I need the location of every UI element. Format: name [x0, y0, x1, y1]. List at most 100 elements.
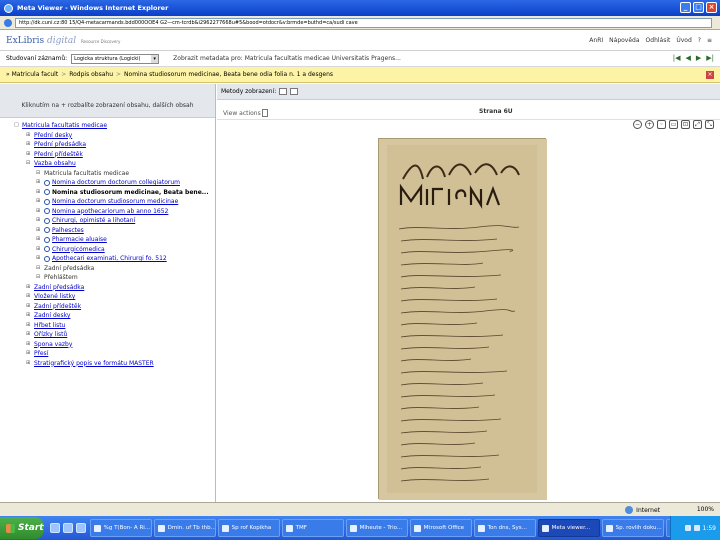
tree-item-label[interactable]: Chirurgi, opimisté a lihotaní	[52, 216, 135, 226]
tree-item[interactable]: ⊞ Pharmacie aluaise	[14, 235, 215, 245]
close-icon[interactable]: ×	[706, 71, 714, 79]
taskbar-button[interactable]: Mtrosoft Office	[409, 519, 472, 537]
tree-item-label[interactable]: Přední přídeštěk	[34, 150, 83, 160]
menu-icon[interactable]: ≡	[707, 37, 712, 44]
tree-item[interactable]: ⊟ Vazba obsahu	[14, 159, 215, 169]
info-icon[interactable]	[44, 236, 50, 243]
tree-item-label[interactable]: Přesí	[34, 349, 48, 359]
expand-icon[interactable]: ⊞	[36, 188, 42, 198]
download-icon[interactable]: ⤡	[705, 120, 714, 129]
expand-icon[interactable]: ⊞	[26, 349, 32, 359]
tree-item[interactable]: ⊞ Vložené listky	[14, 292, 215, 302]
help-icon[interactable]: ?	[698, 37, 701, 44]
address-input[interactable]: http://dk.cuni.cz:80 15/Q4-metacarmands.…	[15, 17, 712, 28]
expand-icon[interactable]: ⊞	[36, 197, 42, 207]
info-icon[interactable]	[44, 246, 50, 253]
tree-item[interactable]: ⊞ Spona vazby	[14, 340, 215, 350]
taskbar-button[interactable]: Mlheute - Trio...	[345, 519, 408, 537]
split-view-icon[interactable]	[290, 88, 299, 95]
tree-item[interactable]: □ Matricula facultatis medicae	[14, 121, 215, 131]
zoom-out-icon[interactable]: −	[633, 120, 642, 129]
taskbar-button[interactable]: Sp rof Kopikha	[217, 519, 280, 537]
collapse-icon[interactable]: ⊟	[36, 169, 42, 179]
info-icon[interactable]	[44, 179, 50, 186]
expand-icon[interactable]: ⊞	[26, 321, 32, 331]
expand-icon[interactable]: □	[14, 121, 20, 131]
maximize-button[interactable]: □	[693, 2, 704, 13]
expand-icon[interactable]: ⊞	[26, 292, 32, 302]
tree-item-label[interactable]: Apothecari examinati, Chirurgi fo. 512	[52, 254, 167, 264]
info-icon[interactable]	[44, 189, 50, 196]
tree-item[interactable]: ⊟ Zadní předsádka	[14, 264, 215, 274]
tree-item[interactable]: ⊞ Palhesctes	[14, 226, 215, 236]
tree-item-label[interactable]: Hřbet listu	[34, 321, 65, 331]
info-icon[interactable]	[44, 255, 50, 262]
tree-item-label[interactable]: Nomina apothecariorum ab anno 1652	[52, 207, 168, 217]
zoom-in-icon[interactable]: +	[645, 120, 654, 129]
tree-item[interactable]: ⊞ Nomina doctorum studiosorum medicinae	[14, 197, 215, 207]
tree-item[interactable]: ⊞ Nomina studiosorum medicinae, Beata ben…	[14, 188, 215, 198]
tree-item[interactable]: ⊞ Zadní desky	[14, 311, 215, 321]
single-view-icon[interactable]	[279, 88, 288, 95]
expand-icon[interactable]: ⊞	[26, 150, 32, 160]
taskbar-button[interactable]: Meta viewer...	[537, 519, 600, 537]
expand-icon[interactable]: ⊞	[26, 359, 32, 369]
tree-item[interactable]: ⊞ Stratigrafický popis ve formátu MASTER	[14, 359, 215, 369]
tree-item[interactable]: ⊞ Hřbet listu	[14, 321, 215, 331]
structure-select[interactable]: Logicka struktura (Logicki) ▾	[71, 53, 160, 64]
expand-icon[interactable]: ⊞	[36, 235, 42, 245]
tree-item[interactable]: ⊞ Chirurgi, opimisté a lihotaní	[14, 216, 215, 226]
tree-item-label[interactable]: Přední předsádka	[34, 140, 86, 150]
expand-icon[interactable]: ⊞	[26, 131, 32, 141]
tray-network-icon[interactable]	[684, 525, 691, 531]
fit-page-icon[interactable]: ▭	[669, 120, 678, 129]
expand-icon[interactable]: ⊞	[26, 311, 32, 321]
tree-item-label[interactable]: Zadní přídeštěk	[34, 302, 81, 312]
expand-icon[interactable]: ⊞	[26, 302, 32, 312]
taskbar-button[interactable]: %g T(Bon- A Ri...	[89, 519, 152, 537]
taskbar-button[interactable]: Ton dns, Sys...	[473, 519, 536, 537]
tree-item[interactable]: ⊞ Přední přídeštěk	[14, 150, 215, 160]
quicklaunch-media-icon[interactable]	[75, 523, 86, 533]
tree-item[interactable]: ⊞ Přesí	[14, 349, 215, 359]
next-record-icon[interactable]: ▶	[696, 54, 701, 62]
tree-item-label[interactable]: Matricula facultatis medicae	[22, 121, 107, 131]
expand-icon[interactable]: ⊞	[26, 140, 32, 150]
document-icon[interactable]	[262, 109, 268, 117]
prev-record-icon[interactable]: ◀	[685, 54, 690, 62]
exlibris-logo[interactable]: ExLibris digital Resource Discovery	[6, 36, 120, 46]
taskbar-button[interactable]: Dmin. uf Tb thb...	[153, 519, 216, 537]
tree-item[interactable]: ⊟ Přehláštem	[14, 273, 215, 283]
minimize-button[interactable]: _	[680, 2, 691, 13]
breadcrumb-item-2[interactable]: Rodpis obsahu	[69, 71, 113, 78]
info-icon[interactable]	[44, 198, 50, 205]
fullscreen-icon[interactable]: ⤢	[693, 120, 702, 129]
tray-volume-icon[interactable]	[693, 525, 700, 531]
tree-item[interactable]: ⊞ Zadní přídeštěk	[14, 302, 215, 312]
taskbar-button[interactable]: Sp. rovlih doku...	[601, 519, 664, 537]
quicklaunch-desktop-icon[interactable]	[62, 523, 73, 533]
first-record-icon[interactable]: |◀	[673, 54, 681, 62]
tree-item-label[interactable]: Spona vazby	[34, 340, 72, 350]
quicklaunch-ie-icon[interactable]	[49, 523, 60, 533]
tree-item[interactable]: ⊞ Chirurgicómedica	[14, 245, 215, 255]
expand-icon[interactable]: ⊞	[36, 178, 42, 188]
record-title[interactable]: Zobrazit metadata pro: Matricula faculta…	[173, 55, 401, 62]
collapse-icon[interactable]: ⊟	[36, 264, 42, 274]
tree-item-label[interactable]: Stratigrafický popis ve formátu MASTER	[34, 359, 154, 369]
expand-icon[interactable]: ⊞	[36, 207, 42, 217]
info-icon[interactable]	[44, 227, 50, 234]
expand-icon[interactable]: ⊞	[26, 330, 32, 340]
expand-icon[interactable]: ⊞	[36, 226, 42, 236]
expand-icon[interactable]: ⊞	[26, 340, 32, 350]
tree-item-label[interactable]: Přední desky	[34, 131, 72, 141]
tree-item[interactable]: ⊞ Nomina apothecariorum ab anno 1652	[14, 207, 215, 217]
expand-icon[interactable]: ⊞	[36, 254, 42, 264]
tree-item[interactable]: ⊞ Zadní předsádka	[14, 283, 215, 293]
collapse-icon[interactable]: ⊟	[36, 273, 42, 283]
zoom-level[interactable]: 100%	[697, 506, 714, 513]
tree-item[interactable]: ⊞ Ořízky listů	[14, 330, 215, 340]
tree-item[interactable]: ⊞ Nomina doctorum doctorum collegiatorum	[14, 178, 215, 188]
header-link-home[interactable]: Úvod	[676, 37, 691, 44]
breadcrumb-item-1[interactable]: Matricula facult	[12, 71, 59, 78]
